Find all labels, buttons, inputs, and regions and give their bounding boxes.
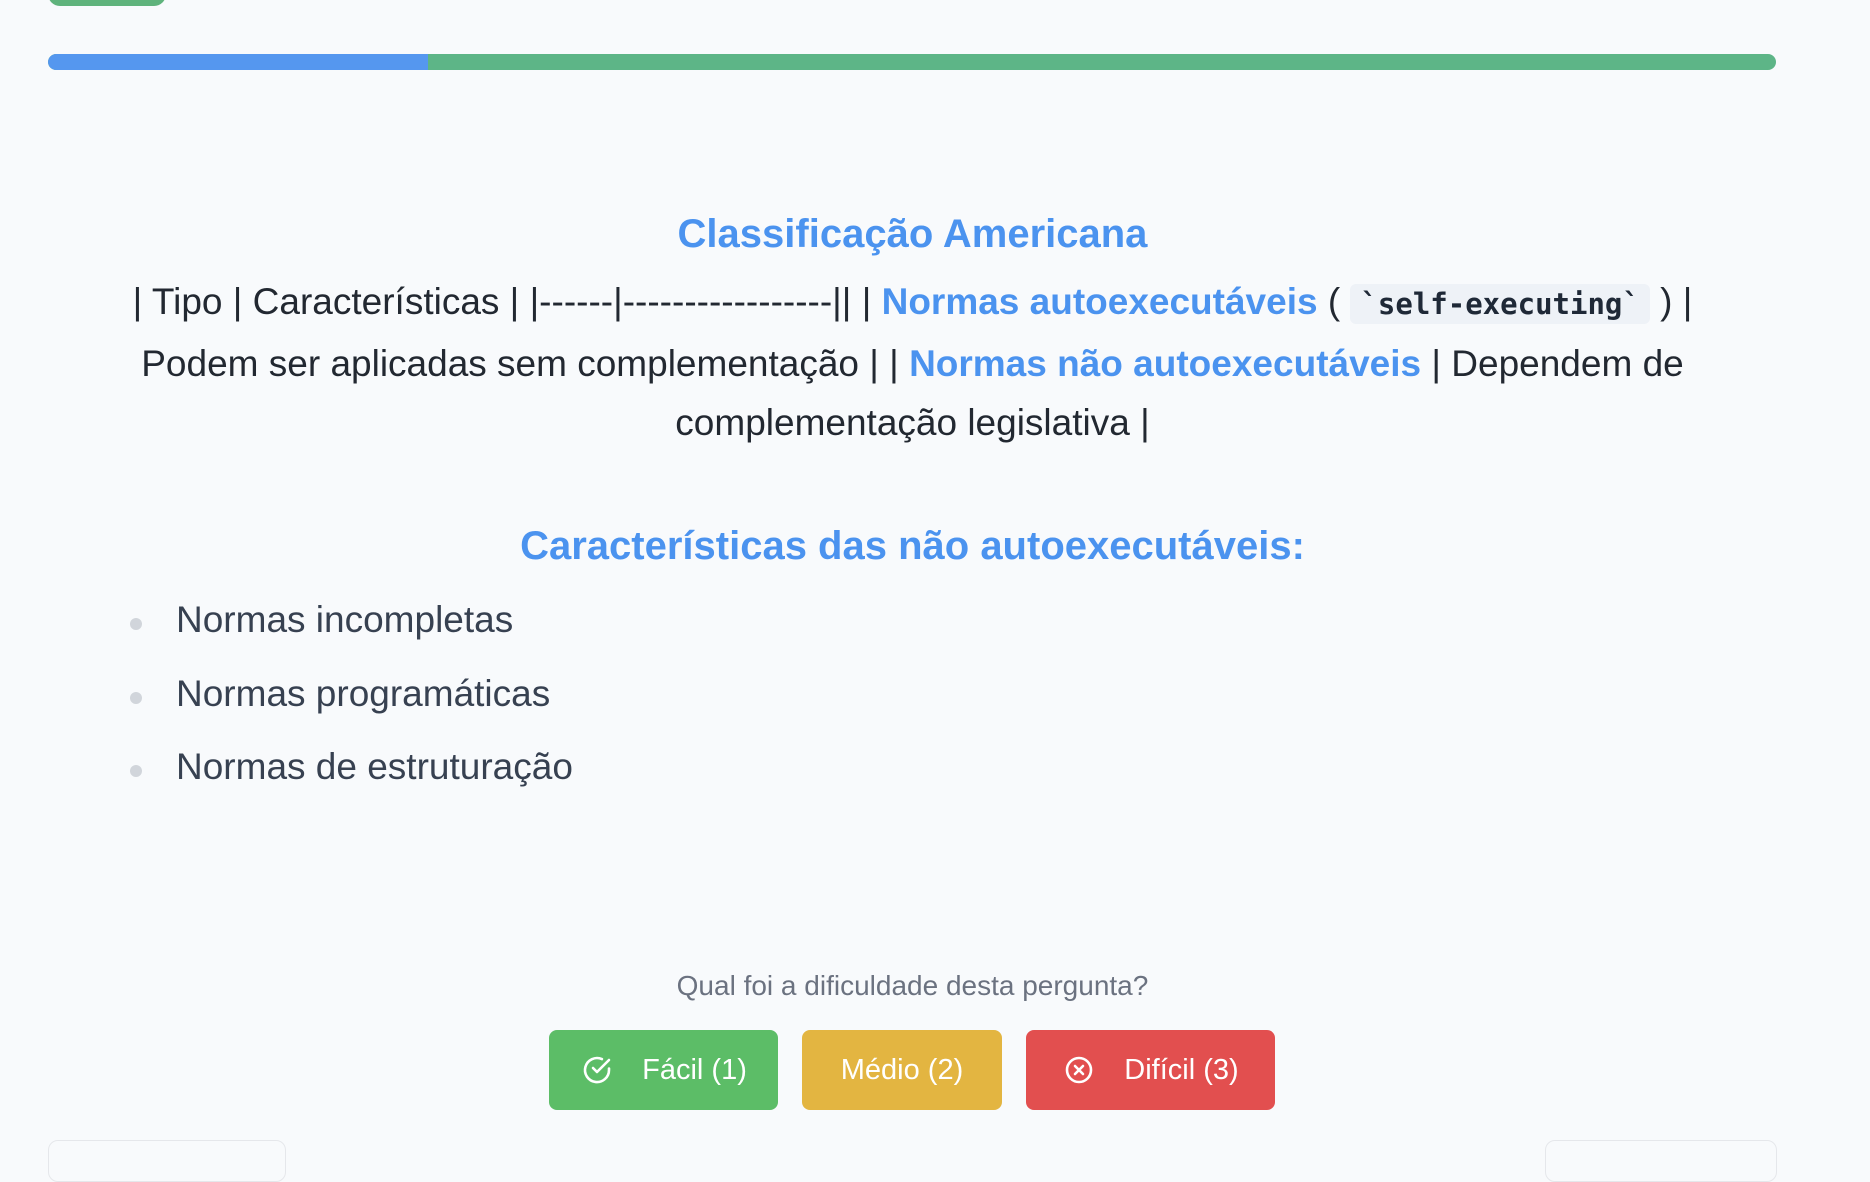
hard-button-label: Difícil (3) — [1124, 1053, 1239, 1086]
table-row-start-text: | Tipo | Características | |------|-----… — [132, 281, 882, 322]
hard-button[interactable]: Difícil (3) — [1026, 1030, 1275, 1110]
medium-button-label: Médio (2) — [840, 1053, 964, 1086]
section-heading-classificacao: Classificação Americana — [677, 212, 1148, 256]
list-item: Normas incompletas — [130, 598, 1695, 642]
progress-bar — [48, 54, 1776, 70]
top-status-pill — [48, 0, 166, 6]
bullet-dot-icon — [130, 692, 142, 705]
check-circle-icon — [580, 1053, 614, 1087]
bottom-nav-card-left[interactable] — [48, 1140, 286, 1182]
markdown-table-text: | Tipo | Características | |------|-----… — [130, 272, 1695, 452]
open-paren-text: ( — [1317, 281, 1351, 322]
bullet-dot-icon — [130, 764, 142, 777]
medium-button[interactable]: Médio (2) — [802, 1030, 1002, 1110]
x-circle-icon — [1062, 1053, 1096, 1087]
self-executing-code: `self-executing` — [1350, 284, 1650, 324]
self-executing-label: Normas autoexecutáveis — [881, 281, 1318, 322]
bottom-nav-card-right[interactable] — [1545, 1140, 1777, 1182]
difficulty-buttons: Fácil (1) Médio (2) Difícil (3) — [549, 1030, 1275, 1110]
list-item-text: Normas programáticas — [176, 673, 551, 715]
bullet-dot-icon — [130, 618, 142, 630]
list-item-text: Normas de estruturação — [176, 745, 573, 787]
list-item: Normas programáticas — [130, 672, 1695, 716]
non-self-executing-label: Normas não autoexecutáveis — [909, 343, 1422, 384]
characteristics-list: Normas incompletas Normas programáticas … — [130, 598, 1695, 789]
answer-content: Classificação Americana | Tipo | Caracte… — [130, 210, 1695, 819]
difficulty-prompt: Qual foi a dificuldade desta pergunta? — [676, 970, 1149, 1001]
list-item: Normas de estruturação — [130, 745, 1695, 789]
list-item-text: Normas incompletas — [176, 599, 514, 640]
progress-bar-fill — [48, 54, 429, 70]
section-heading-caracteristicas: Características das não autoexecutáveis: — [520, 524, 1305, 568]
easy-button-label: Fácil (1) — [642, 1053, 747, 1086]
easy-button[interactable]: Fácil (1) — [549, 1030, 778, 1110]
